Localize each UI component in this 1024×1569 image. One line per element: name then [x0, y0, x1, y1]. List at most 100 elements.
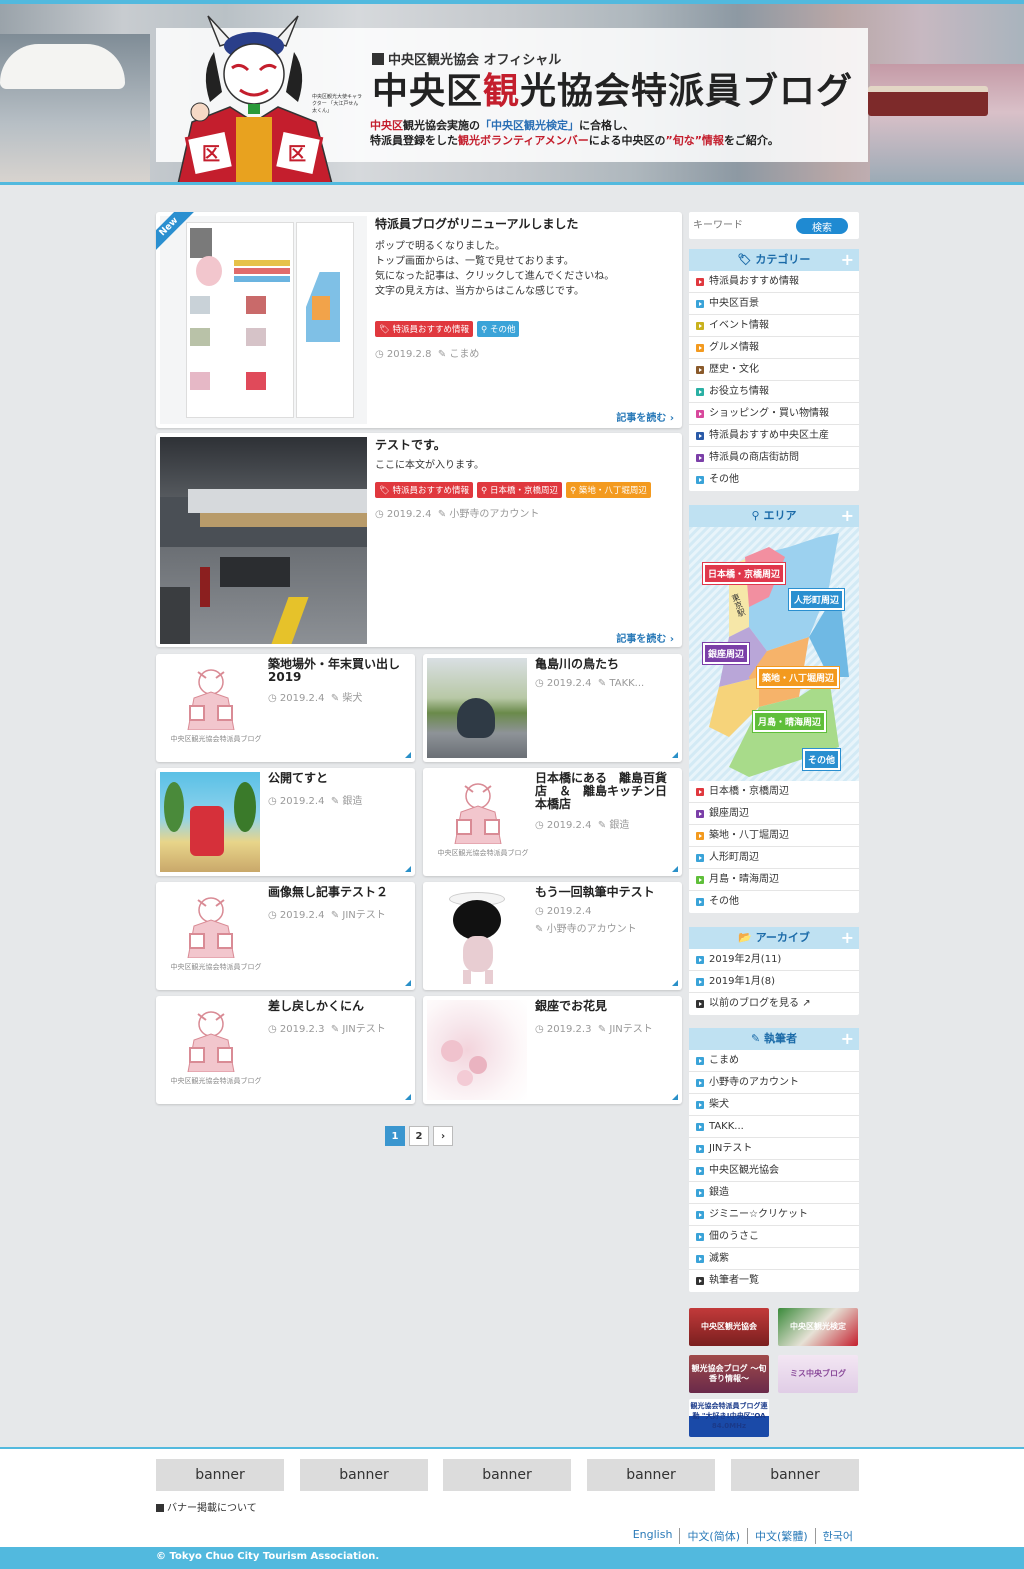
- lang-english[interactable]: English: [626, 1528, 680, 1544]
- read-more-link[interactable]: 記事を読む ›: [616, 630, 674, 645]
- page-2-button[interactable]: 2: [409, 1126, 429, 1146]
- author-item[interactable]: ジミニー☆クリケット: [689, 1204, 859, 1226]
- banner-info-link[interactable]: バナー掲載について: [156, 1499, 257, 1514]
- lang-chinese-traditional[interactable]: 中文(繁體): [747, 1528, 815, 1544]
- post-thumbnail[interactable]: [160, 216, 367, 424]
- expand-plus-icon[interactable]: +: [841, 505, 854, 527]
- search-button[interactable]: 検索: [796, 218, 848, 234]
- category-item[interactable]: 特派員おすすめ中央区土産: [689, 425, 859, 447]
- area-item[interactable]: 月島・晴海周辺: [689, 869, 859, 891]
- post-thumbnail-placeholder[interactable]: 中央区観光協会特派員ブログ: [160, 658, 264, 758]
- post-thumbnail[interactable]: [427, 1000, 527, 1100]
- post-title[interactable]: 日本橋にある 離島百貨店 ＆ 離島キッチン日本橋店: [535, 772, 675, 811]
- post-thumbnail-placeholder[interactable]: 中央区観光協会特派員ブログ: [160, 886, 264, 986]
- post-card[interactable]: 中央区観光協会特派員ブログ 画像無し記事テスト２ ◷ 2019.2.4 ✎ JI…: [156, 882, 415, 990]
- post-card[interactable]: 中央区観光協会特派員ブログ 日本橋にある 離島百貨店 ＆ 離島キッチン日本橋店 …: [423, 768, 682, 876]
- category-item[interactable]: お役立ち情報: [689, 381, 859, 403]
- category-item[interactable]: ショッピング・買い物情報: [689, 403, 859, 425]
- footer-banner-slot[interactable]: banner: [156, 1459, 284, 1491]
- post-title[interactable]: もう一回執筆中テスト: [535, 886, 675, 899]
- banner-association-blog[interactable]: 観光協会ブログ ～旬香り情報～: [689, 1355, 769, 1393]
- post-card[interactable]: 中央区観光協会特派員ブログ 築地場外・年末買い出し2019 ◷ 2019.2.4…: [156, 654, 415, 762]
- post-card[interactable]: 中央区観光協会特派員ブログ 差し戻しかくにん ◷ 2019.2.3 ✎ JINテ…: [156, 996, 415, 1104]
- tag-chip[interactable]: ⚲ 日本橋・京橋周辺: [477, 482, 562, 498]
- map-label-tsukishima[interactable]: 月島・晴海周辺: [751, 710, 828, 733]
- footer-banner-slot[interactable]: banner: [300, 1459, 428, 1491]
- author-item[interactable]: 中央区観光協会: [689, 1160, 859, 1182]
- archive-heading[interactable]: 📂 アーカイブ +: [689, 927, 859, 949]
- banner-tourism-association[interactable]: 中央区観光協会: [689, 1308, 769, 1346]
- area-item[interactable]: 日本橋・京橋周辺: [689, 781, 859, 803]
- expand-plus-icon[interactable]: +: [841, 249, 854, 271]
- author-item[interactable]: 佃のうさこ: [689, 1226, 859, 1248]
- map-label-ningyocho[interactable]: 人形町周辺: [787, 588, 846, 611]
- author-item[interactable]: 銀造: [689, 1182, 859, 1204]
- footer-banner-slot[interactable]: banner: [587, 1459, 715, 1491]
- tag-chip[interactable]: ⚲ その他: [477, 321, 520, 337]
- read-more-link[interactable]: 記事を読む ›: [616, 409, 674, 424]
- lang-chinese-simplified[interactable]: 中文(简体): [679, 1528, 747, 1544]
- area-item[interactable]: 銀座周辺: [689, 803, 859, 825]
- footer-banner-slot[interactable]: banner: [731, 1459, 859, 1491]
- author-item[interactable]: 滅紫: [689, 1248, 859, 1270]
- post-card[interactable]: 銀座でお花見 ◷ 2019.2.3 ✎ JINテスト: [423, 996, 682, 1104]
- header-banner[interactable]: 区 区 中央区観光大使キャラクター 「大江戸せん太くん」 中央区観光協会 オフィ…: [0, 4, 1024, 184]
- post-title[interactable]: 差し戻しかくにん: [268, 1000, 408, 1013]
- banner-miss-chuo-blog[interactable]: ミス中央ブログ: [778, 1355, 858, 1393]
- post-thumbnail[interactable]: [427, 886, 527, 986]
- footer-banner-slot[interactable]: banner: [443, 1459, 571, 1491]
- page-1-button[interactable]: 1: [385, 1126, 405, 1146]
- site-title[interactable]: 中央区観光協会特派員ブログ: [372, 70, 853, 114]
- area-item[interactable]: 人形町周辺: [689, 847, 859, 869]
- banner-radio-fm[interactable]: 観光協会特派員ブログ連動 "大好き!中央区"OA 84.0MHz: [689, 1399, 769, 1437]
- author-item[interactable]: JINテスト: [689, 1138, 859, 1160]
- author-item[interactable]: TAKK...: [689, 1116, 859, 1138]
- area-map[interactable]: 日本橋・京橋周辺 東京駅 人形町周辺 銀座周辺 築地・八丁堀周辺 月島・晴海周辺…: [689, 527, 859, 781]
- post-thumbnail[interactable]: [427, 658, 527, 758]
- post-thumbnail[interactable]: [160, 437, 367, 644]
- tag-chip[interactable]: 🏷 特派員おすすめ情報: [375, 321, 474, 337]
- map-label-nihonbashi[interactable]: 日本橋・京橋周辺: [701, 562, 787, 585]
- tag-chip[interactable]: ⚲ 築地・八丁堀周辺: [565, 482, 651, 498]
- author-heading[interactable]: ✎ 執筆者 +: [689, 1028, 859, 1050]
- post-title[interactable]: 築地場外・年末買い出し2019: [268, 658, 408, 684]
- post-card[interactable]: もう一回執筆中テスト ◷ 2019.2.4 ✎ 小野寺のアカウント: [423, 882, 682, 990]
- area-item[interactable]: その他: [689, 891, 859, 913]
- category-item[interactable]: 特派員の商店街訪問: [689, 447, 859, 469]
- next-page-button[interactable]: ›: [433, 1126, 453, 1146]
- archive-item[interactable]: 2019年1月(8): [689, 971, 859, 993]
- search-input[interactable]: [693, 216, 788, 235]
- post-title[interactable]: 銀座でお花見: [535, 1000, 675, 1013]
- post-thumbnail-placeholder[interactable]: 中央区観光協会特派員ブログ: [160, 1000, 264, 1100]
- post-title[interactable]: 亀島川の鳥たち: [535, 658, 675, 671]
- post-title[interactable]: 公開てすと: [268, 772, 408, 785]
- author-list-link[interactable]: 執筆者一覧: [689, 1270, 859, 1292]
- post-title[interactable]: テストです。: [375, 439, 446, 452]
- area-item[interactable]: 築地・八丁堀周辺: [689, 825, 859, 847]
- post-thumbnail-placeholder[interactable]: 中央区観光協会特派員ブログ: [427, 772, 531, 872]
- map-label-tsukiji[interactable]: 築地・八丁堀周辺: [755, 666, 841, 689]
- author-item[interactable]: こまめ: [689, 1050, 859, 1072]
- author-item[interactable]: 小野寺のアカウント: [689, 1072, 859, 1094]
- author-item[interactable]: 柴犬: [689, 1094, 859, 1116]
- category-heading[interactable]: 🏷 カテゴリー +: [689, 249, 859, 271]
- map-label-ginza[interactable]: 銀座周辺: [701, 642, 751, 665]
- banner-tourism-exam[interactable]: 中央区観光検定: [778, 1308, 858, 1346]
- tag-chip[interactable]: 🏷 特派員おすすめ情報: [375, 482, 474, 498]
- area-heading[interactable]: ⚲ エリア +: [689, 505, 859, 527]
- post-card[interactable]: 亀島川の鳥たち ◷ 2019.2.4 ✎ TAKK...: [423, 654, 682, 762]
- expand-plus-icon[interactable]: +: [841, 1028, 854, 1050]
- category-item[interactable]: その他: [689, 469, 859, 491]
- post-card[interactable]: 公開てすと ◷ 2019.2.4 ✎ 銀造: [156, 768, 415, 876]
- post-title[interactable]: 画像無し記事テスト２: [268, 886, 408, 899]
- archive-item[interactable]: 2019年2月(11): [689, 949, 859, 971]
- expand-plus-icon[interactable]: +: [841, 927, 854, 949]
- category-item[interactable]: 歴史・文化: [689, 359, 859, 381]
- category-item[interactable]: 特派員おすすめ情報: [689, 271, 859, 293]
- category-item[interactable]: イベント情報: [689, 315, 859, 337]
- category-item[interactable]: グルメ情報: [689, 337, 859, 359]
- lang-korean[interactable]: 한국어: [814, 1528, 860, 1544]
- old-blog-link[interactable]: 以前のブログを見る ↗: [689, 993, 859, 1015]
- featured-post-card[interactable]: テストです。 ここに本文が入ります。 🏷 特派員おすすめ情報 ⚲ 日本橋・京橋周…: [156, 433, 682, 647]
- map-label-other[interactable]: その他: [801, 748, 842, 771]
